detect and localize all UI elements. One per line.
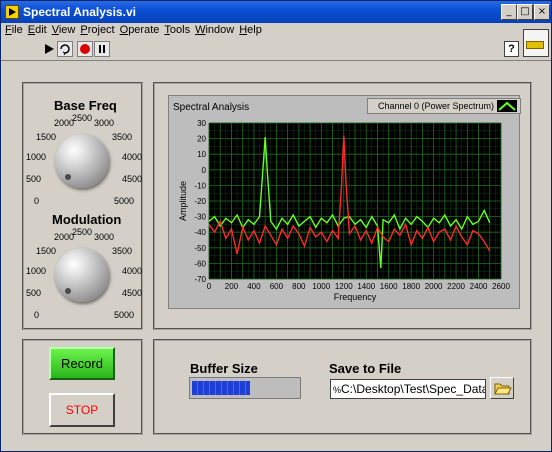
window-title: Spectral Analysis.vi: [23, 5, 136, 19]
modulation-label: Modulation: [52, 212, 122, 227]
x-tick-label: 1200: [335, 282, 353, 291]
knob-tick-label: 0: [34, 310, 40, 320]
run-continuously-icon: [60, 44, 70, 56]
knob-tick-label: 3000: [94, 118, 115, 128]
labview-icon: [5, 5, 19, 19]
waveform-graph[interactable]: 0 200 400 600 800 1000 1200 1400 1600 1800 2000 220…: [168, 95, 520, 309]
connector-pane-icon: [523, 29, 549, 57]
save-to-file-label: Save to File: [329, 361, 402, 376]
knob-tick-label: 4500: [122, 174, 143, 184]
knob-tick-label: 4000: [122, 266, 143, 276]
graph-title: Spectral Analysis: [173, 102, 250, 113]
y-tick-label: -20: [194, 197, 206, 206]
knob-tick-label: 1000: [26, 266, 47, 276]
spectrum-chart: 0 200 400 600 800 1000 1200 1400 1600 1800 2000 220…: [178, 119, 510, 302]
knob-tick-label: 2500: [72, 227, 93, 237]
knob-tick-label: 4000: [122, 152, 143, 162]
vi-window: Spectral Analysis.vi _ □ × File Edit View P…: [0, 0, 552, 452]
x-tick-label: 2400: [470, 282, 488, 291]
menu-edit[interactable]: Edit: [28, 24, 47, 36]
y-tick-label: 10: [197, 150, 206, 159]
knob-tick-label: 1500: [36, 246, 57, 256]
close-button[interactable]: ×: [534, 4, 550, 20]
knob-tick-label: 500: [26, 288, 42, 298]
folder-icon: [494, 383, 512, 395]
y-tick-label: -40: [194, 228, 206, 237]
menu-tools[interactable]: Tools: [164, 24, 190, 36]
x-tick-label: 800: [292, 282, 306, 291]
y-tick-label: 0: [202, 166, 207, 175]
plot-legend[interactable]: Channel 0 (Power Spectrum): [367, 98, 521, 114]
x-tick-label: 1400: [357, 282, 375, 291]
pause-icon: [99, 45, 101, 53]
file-path-value: C:\Desktop\Test\Spec_Data: [341, 382, 486, 396]
y-axis-label: Amplitude: [178, 181, 188, 221]
browse-button[interactable]: [490, 377, 514, 399]
y-tick-label: -30: [194, 213, 206, 222]
x-tick-label: 1800: [402, 282, 420, 291]
y-tick-label: 20: [197, 135, 206, 144]
x-tick-label: 1000: [312, 282, 330, 291]
knob-tick-label: 500: [26, 174, 42, 184]
legend-swatch: [497, 100, 517, 112]
x-axis-label: Frequency: [334, 292, 377, 302]
record-button[interactable]: Record: [49, 347, 115, 380]
base-freq-label: Base Freq: [54, 98, 117, 113]
y-tick-label: -60: [194, 259, 206, 268]
title-bar: Spectral Analysis.vi _ □ ×: [1, 1, 551, 23]
buffer-size-label: Buffer Size: [190, 361, 258, 376]
buffer-size-fill: [192, 381, 251, 395]
toolbar: [1, 40, 551, 60]
help-button[interactable]: ?: [504, 41, 519, 57]
x-tick-label: 400: [247, 282, 261, 291]
y-tick-label: 30: [197, 119, 206, 128]
base-freq-knob[interactable]: [55, 134, 109, 188]
menu-help[interactable]: Help: [239, 24, 262, 36]
x-tick-label: 2000: [425, 282, 443, 291]
knob-tick-label: 5000: [114, 196, 135, 206]
knob-tick-label: 4500: [122, 288, 143, 298]
run-continuously-button[interactable]: [57, 41, 73, 57]
file-path-input[interactable]: %C:\Desktop\Test\Spec_Data: [330, 379, 486, 399]
y-tick-label: -50: [194, 244, 206, 253]
menu-file[interactable]: File: [5, 24, 23, 36]
knob-tick-label: 3500: [112, 246, 133, 256]
knob-tick-label: 3000: [94, 232, 115, 242]
x-tick-label: 1600: [380, 282, 398, 291]
abort-icon: [80, 44, 90, 54]
knob-panel: Base Freq 0 500 1000 1500 2000 2500 3000 3500 40…: [22, 82, 143, 330]
path-prefix: %: [333, 385, 342, 395]
run-arrow-icon[interactable]: [45, 44, 54, 54]
maximize-button[interactable]: □: [517, 4, 533, 20]
menu-operate[interactable]: Operate: [120, 24, 160, 36]
x-tick-label: 0: [207, 282, 212, 291]
y-tick-label: -10: [194, 181, 206, 190]
x-tick-label: 600: [270, 282, 284, 291]
knob-tick-label: 1500: [36, 132, 57, 142]
x-tick-label: 2600: [492, 282, 510, 291]
menu-view[interactable]: View: [52, 24, 76, 36]
minimize-button[interactable]: _: [501, 4, 517, 20]
knob-tick-label: 1000: [26, 152, 47, 162]
buffer-size-bar: [189, 377, 301, 399]
knob-tick-label: 3500: [112, 132, 133, 142]
legend-label: Channel 0 (Power Spectrum): [378, 101, 495, 111]
pause-button[interactable]: [94, 41, 110, 57]
menu-project[interactable]: Project: [80, 24, 114, 36]
y-tick-label: -70: [194, 275, 206, 284]
knob-tick-label: 0: [34, 196, 40, 206]
menu-window[interactable]: Window: [195, 24, 234, 36]
toolbar-separator: [1, 60, 551, 61]
modulation-knob[interactable]: [55, 248, 109, 302]
x-tick-label: 2200: [447, 282, 465, 291]
abort-button[interactable]: [77, 41, 93, 57]
knob-tick-label: 5000: [114, 310, 135, 320]
x-tick-label: 200: [225, 282, 239, 291]
stop-button[interactable]: STOP: [49, 393, 115, 427]
knob-tick-label: 2500: [72, 113, 93, 123]
menu-bar: File Edit View Project Operate Tools Window Hel…: [5, 24, 267, 40]
